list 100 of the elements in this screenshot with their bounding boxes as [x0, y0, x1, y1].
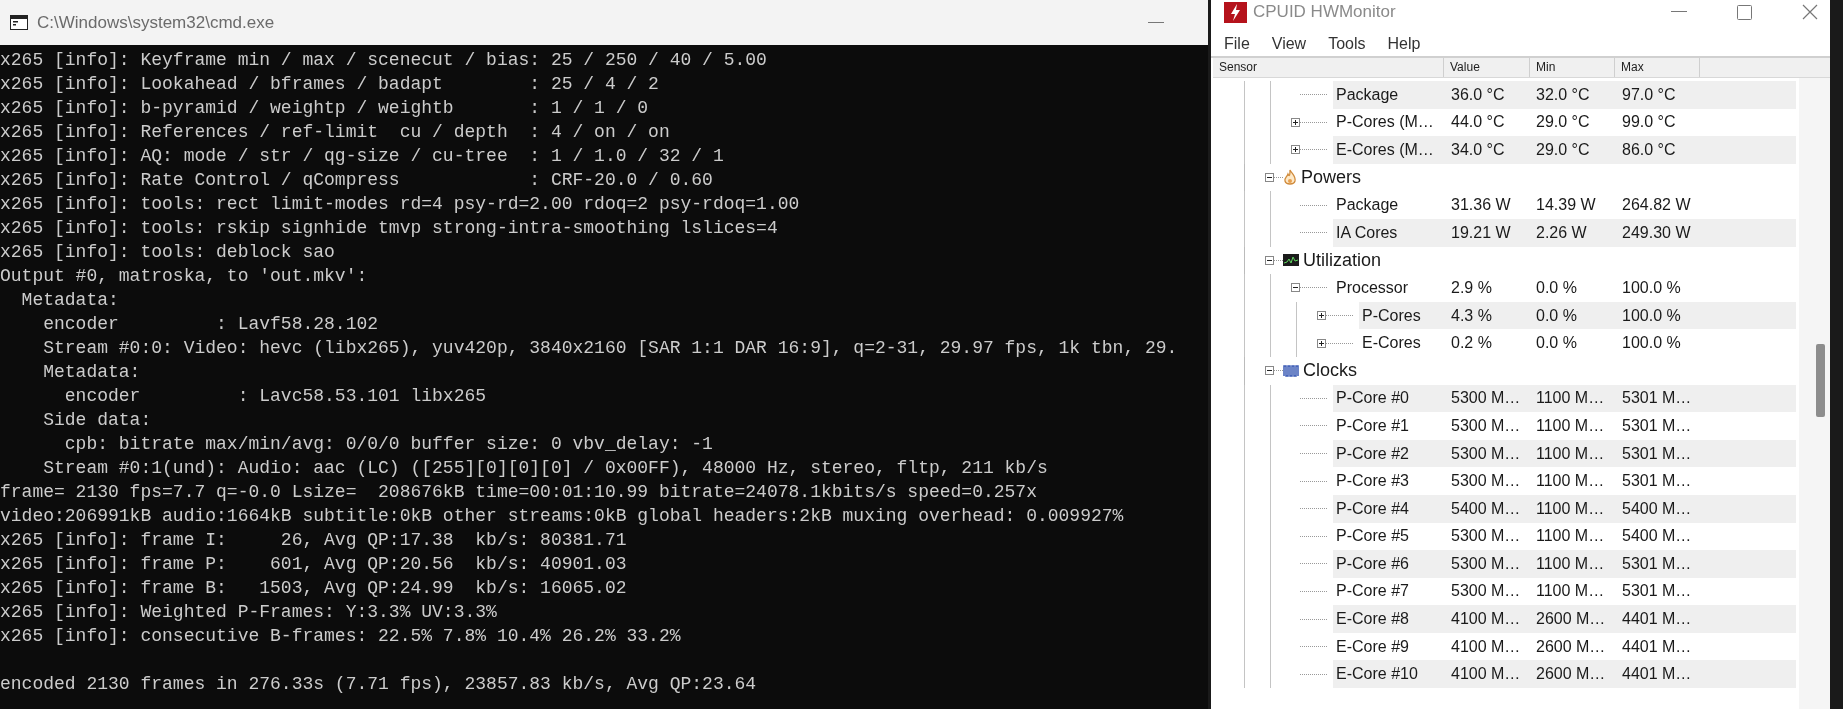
sensor-min: 2.26 W: [1536, 223, 1588, 242]
sensor-group[interactable]: Utilization: [1303, 249, 1382, 271]
console-line: Metadata:: [42, 361, 141, 384]
scrollbar[interactable]: [1799, 78, 1830, 709]
sensor-min: 1100 M…: [1536, 554, 1606, 573]
sensor-value: 5300 M…: [1451, 389, 1522, 408]
menu-item[interactable]: Tools: [1328, 34, 1366, 54]
console-line: Side data:: [42, 409, 152, 432]
minimize-button[interactable]: [1671, 11, 1687, 13]
console-line: encoder : Lavc58.53.101 libx265: [63, 385, 487, 408]
expand-icon[interactable]: [1317, 338, 1326, 348]
sensor-max: 4401 M…: [1622, 637, 1692, 656]
column-header[interactable]: Value: [1444, 58, 1530, 77]
column-header[interactable]: Min: [1530, 58, 1615, 77]
sensor-max: 5301 M…: [1622, 554, 1692, 573]
collapse-icon[interactable]: [1265, 255, 1274, 265]
scrollbar-thumb[interactable]: [1816, 344, 1825, 417]
sensor-label[interactable]: P-Core #4: [1336, 499, 1451, 518]
sensor-min: 2600 M…: [1536, 665, 1607, 684]
console-line: x265 [info]: frame P: 601, Avg QP:20.56 kb/s: 40901.03: [0, 553, 627, 576]
menu-item[interactable]: View: [1271, 34, 1307, 54]
sensor-max: 5301 M…: [1622, 389, 1692, 408]
column-header[interactable]: Sensor: [1213, 58, 1444, 77]
sensor-value: 31.36 W: [1451, 196, 1512, 215]
console-line: x265 [info]: consecutive B-frames: 22.5% 7.8% 10.4% 26.2% 33.2%: [0, 625, 681, 648]
console-line: x265 [info]: frame I: 26, Avg QP:17.38 kb/s: 80381.71: [0, 529, 627, 552]
sensor-label[interactable]: E-Core #10: [1336, 665, 1451, 684]
close-icon[interactable]: [1802, 4, 1818, 20]
collapse-icon[interactable]: [1265, 173, 1274, 183]
sensor-label[interactable]: P-Core #1: [1336, 416, 1451, 435]
sensor-value: 4100 M…: [1451, 665, 1522, 684]
console-line: x265 [info]: frame B: 1503, Avg QP:24.99 kb/s: 16065.02: [0, 577, 627, 600]
sensor-label[interactable]: Package: [1336, 85, 1451, 104]
console-line: x265 [info]: b-pyramid / weightp / weightb : 1 / 1 / 0: [0, 97, 649, 120]
sensor-min: 29.0 °C: [1536, 113, 1591, 132]
sensor-label[interactable]: P-Core #0: [1336, 389, 1451, 408]
sensor-label[interactable]: P-Cores (M…: [1336, 113, 1451, 132]
console-line: video:206991kB audio:1664kB subtitle:0kB other streams:0kB global headers:2kB muxing overhead: 0.009927%: [0, 505, 1124, 528]
sensor-max: 100.0 %: [1622, 278, 1681, 297]
sensor-label[interactable]: P-Cores: [1362, 306, 1451, 325]
sensor-value: 5400 M…: [1451, 499, 1522, 518]
console-line: Stream #0:1(und): Audio: aac (LC) ([255][0][0][0] / 0x00FF), 48000 Hz, stereo, fltp, 211 kb/s: [42, 457, 1048, 480]
sensor-group[interactable]: Clocks: [1303, 360, 1357, 382]
sensor-value: 5300 M…: [1451, 444, 1522, 463]
sensor-label[interactable]: P-Core #6: [1336, 554, 1451, 573]
sensor-value: 19.21 W: [1451, 223, 1512, 242]
sensor-label[interactable]: Package: [1336, 196, 1451, 215]
sensor-label[interactable]: E-Cores: [1362, 334, 1451, 353]
sensor-label[interactable]: E-Cores (M…: [1336, 141, 1451, 159]
sensor-max: 100.0 %: [1622, 334, 1681, 353]
sensor-min: 0.0 %: [1536, 334, 1578, 353]
column-header[interactable]: Max: [1615, 58, 1700, 77]
sensor-group[interactable]: Powers: [1301, 167, 1362, 189]
sensor-value: 36.0 °C: [1451, 85, 1506, 104]
menu-item[interactable]: Help: [1387, 34, 1421, 54]
sensor-min: 1100 M…: [1536, 499, 1606, 518]
sensor-max: 100.0 %: [1622, 306, 1681, 325]
expand-icon[interactable]: [1317, 311, 1326, 321]
console-line: Metadata:: [20, 289, 119, 312]
sensor-label[interactable]: P-Core #3: [1336, 472, 1451, 491]
sensor-label[interactable]: Processor: [1336, 278, 1451, 297]
console-line: x265 [info]: Rate Control / qCompress : CRF-20.0 / 0.60: [0, 169, 713, 192]
expand-icon[interactable]: [1291, 145, 1300, 155]
sensor-value: 5300 M…: [1451, 582, 1522, 601]
sensor-max: 249.30 W: [1622, 223, 1691, 242]
sensor-max: 4401 M…: [1622, 665, 1692, 684]
sensor-value: 5300 M…: [1451, 472, 1522, 491]
console-line: x265 [info]: AQ: mode / str / qg-size / cu-tree : 1 / 1.0 / 32 / 1: [0, 145, 724, 168]
sensor-min: 2600 M…: [1536, 610, 1607, 629]
sensor-max: 264.82 W: [1622, 196, 1691, 215]
sensor-label[interactable]: E-Core #8: [1336, 610, 1451, 629]
sensor-min: 1100 M…: [1536, 444, 1606, 463]
sensor-max: 99.0 °C: [1622, 113, 1676, 132]
sensor-min: 0.0 %: [1536, 278, 1578, 297]
menu-item[interactable]: File: [1224, 34, 1250, 54]
sensor-label[interactable]: P-Core #7: [1336, 582, 1451, 601]
console-line: x265 [info]: tools: deblock sao: [0, 241, 335, 264]
maximize-button[interactable]: [1737, 4, 1752, 20]
console-line: x265 [info]: tools: rect limit-modes rd=4 psy-rd=2.00 rdoq=2 psy-rdoq=1.00: [0, 193, 800, 216]
sensor-label[interactable]: IA Cores: [1336, 223, 1451, 242]
sensor-value: 4.3 %: [1451, 306, 1493, 325]
sensor-label[interactable]: P-Core #2: [1336, 444, 1451, 463]
sensor-max: 5301 M…: [1622, 472, 1692, 491]
sensor-max: 5301 M…: [1622, 416, 1692, 435]
console-line: cpb: bitrate max/min/avg: 0/0/0 buffer size: 0 vbv_delay: -1: [63, 433, 713, 456]
console-line: Stream #0:0: Video: hevc (libx265), yuv420p, 3840x2160 [SAR 1:1 DAR 16:9], q=2-31, 29.97 fps, 1k tbn, 29.: [42, 337, 1178, 360]
console-line: x265 [info]: Weighted P-Frames: Y:3.3% UV:3.3%: [0, 601, 497, 624]
window-title: C:\Windows\system32\cmd.exe: [37, 12, 275, 33]
expand-icon[interactable]: [1291, 117, 1300, 127]
sensor-value: 34.0 °C: [1451, 141, 1506, 159]
collapse-icon[interactable]: [1291, 283, 1300, 293]
sensor-min: 1100 M…: [1536, 527, 1606, 546]
sensor-max: 86.0 °C: [1622, 141, 1676, 159]
sensor-label[interactable]: P-Core #5: [1336, 527, 1451, 546]
sensor-value: 2.9 %: [1451, 278, 1493, 297]
sensor-label[interactable]: E-Core #9: [1336, 637, 1451, 656]
flame-icon: [1283, 169, 1297, 187]
sensor-max: 5400 M…: [1622, 499, 1692, 518]
console-line: encoder : Lavf58.28.102: [42, 313, 379, 336]
collapse-icon[interactable]: [1265, 366, 1274, 376]
